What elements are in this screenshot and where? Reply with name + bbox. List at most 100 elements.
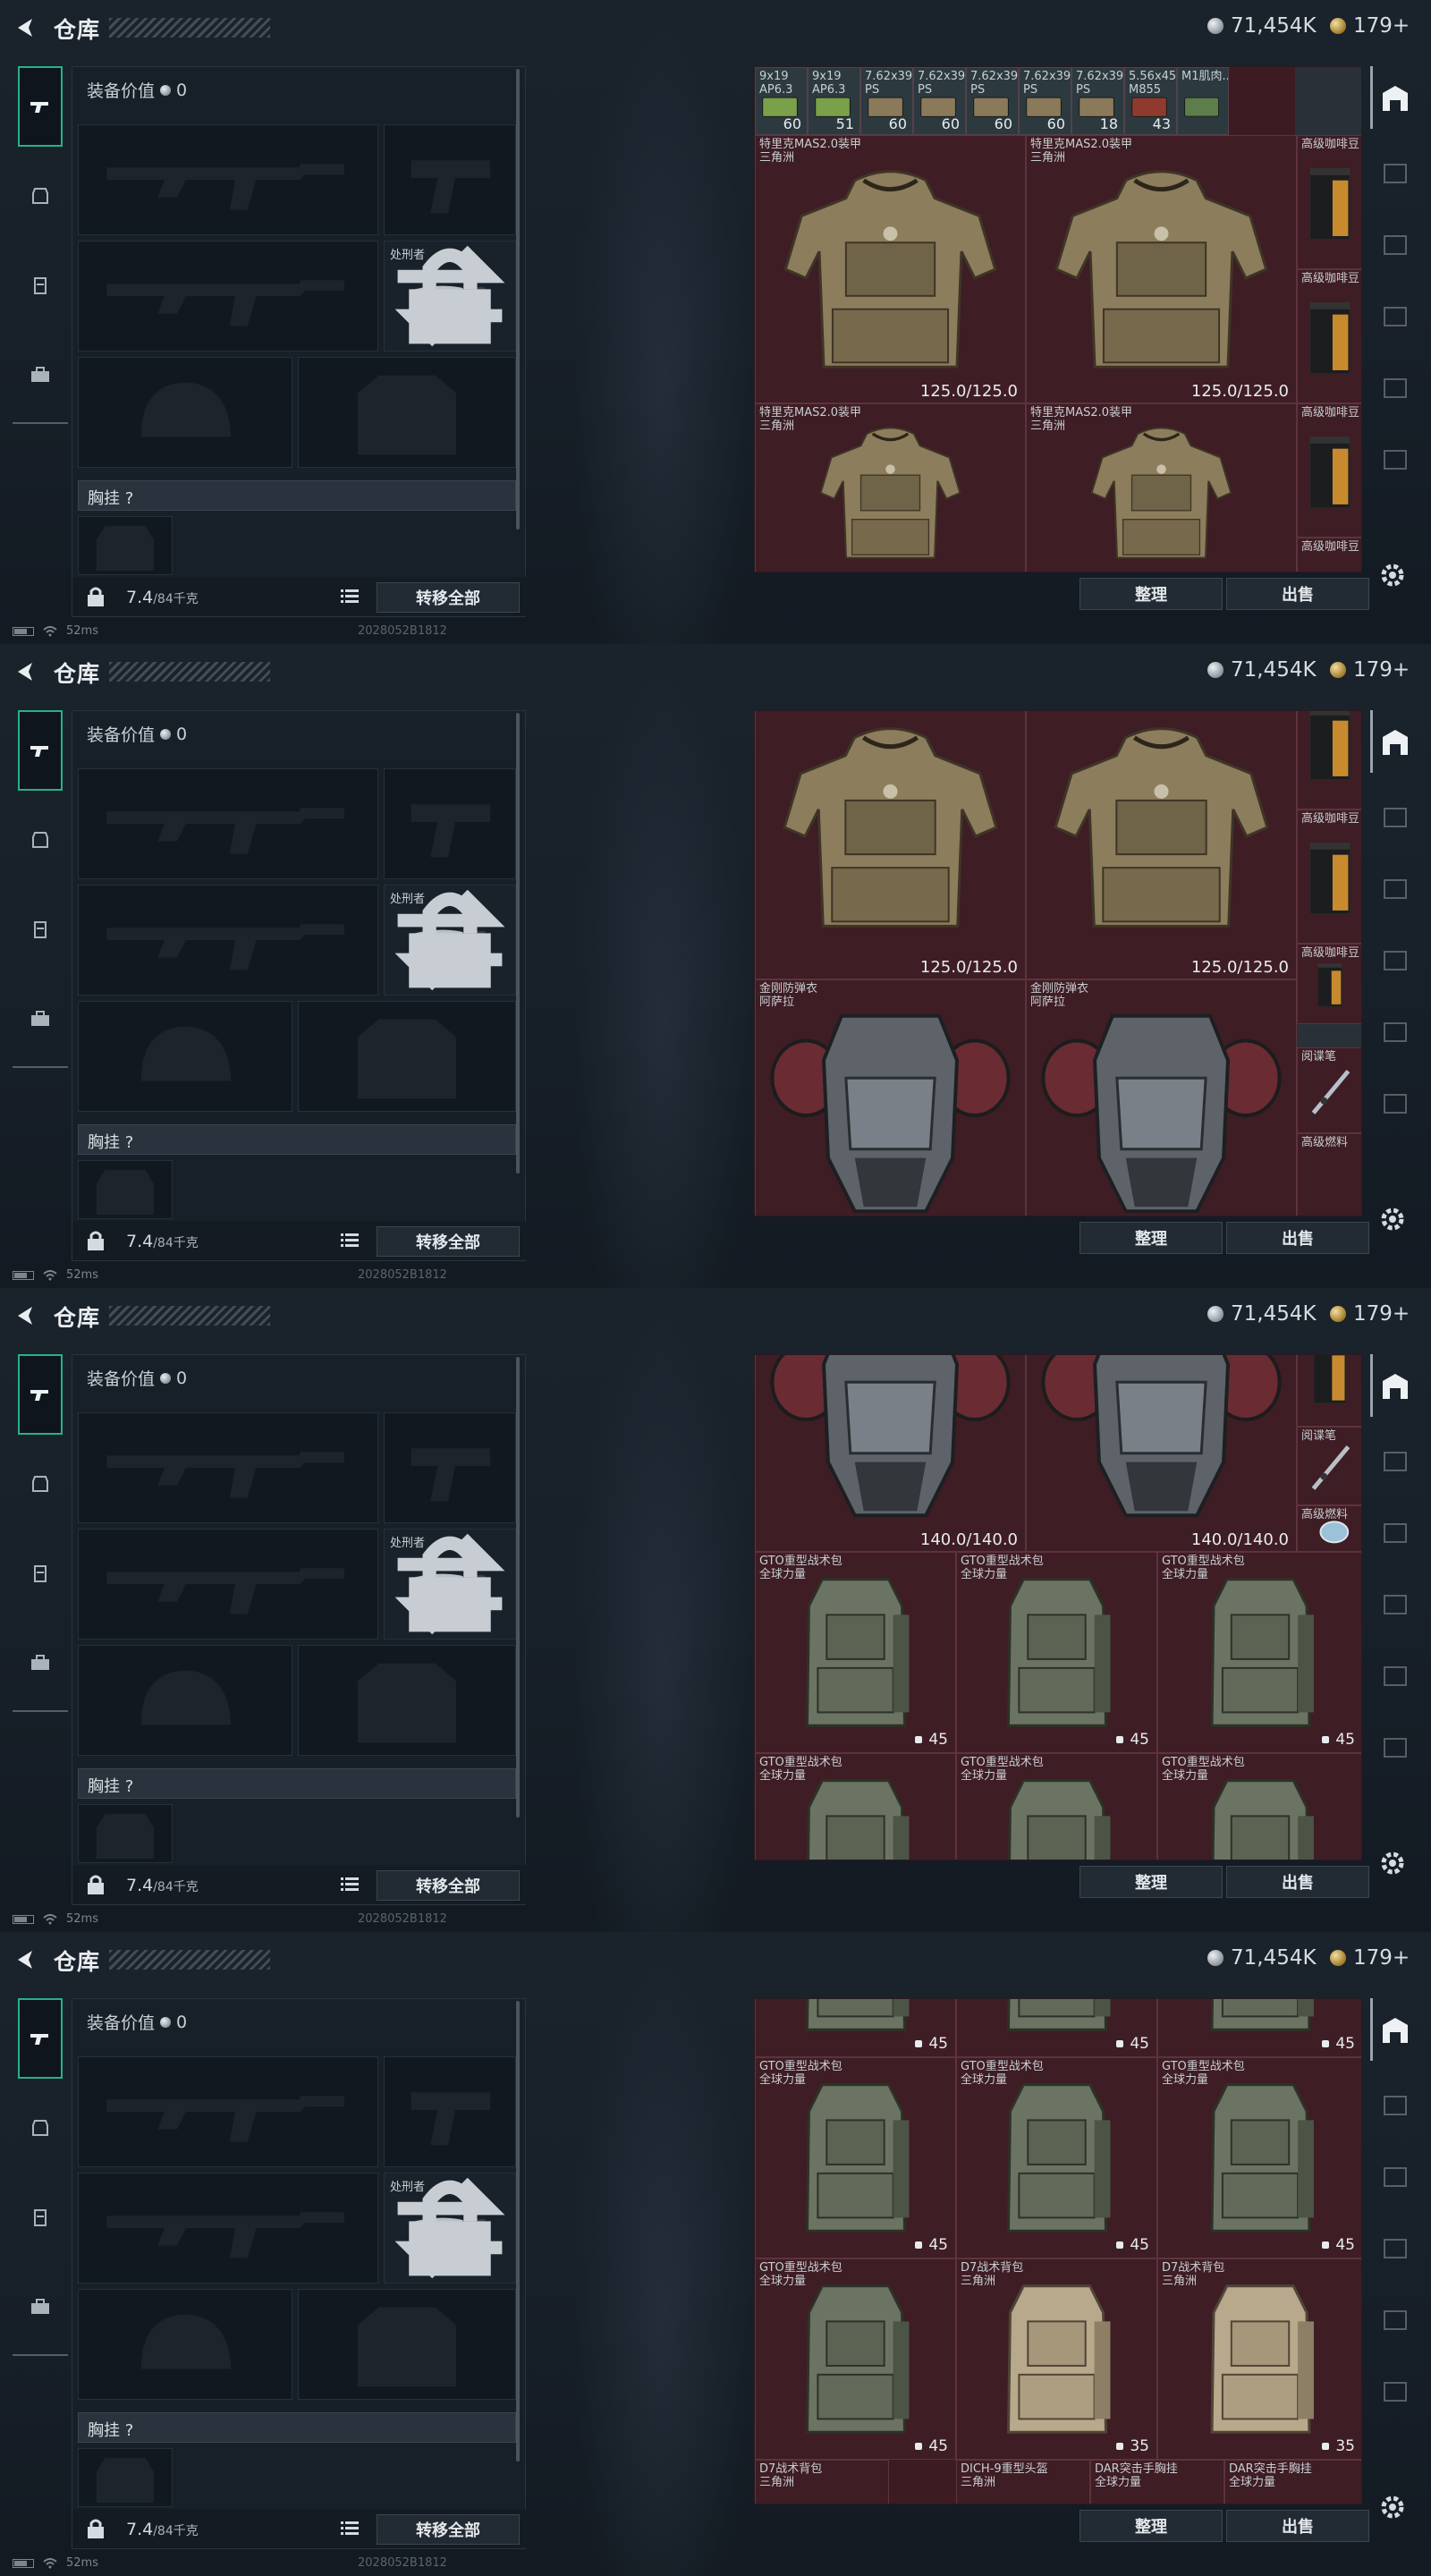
sell-button[interactable]: 出售 — [1226, 1222, 1369, 1254]
page-icon[interactable] — [1377, 871, 1413, 907]
tab-rig[interactable] — [18, 245, 63, 326]
page-icon[interactable] — [1377, 370, 1413, 406]
page-icon[interactable] — [1377, 943, 1413, 979]
inventory-item[interactable]: 阅谍笔 — [1297, 1427, 1361, 1505]
inventory-item[interactable]: 金刚防弹衣 阿萨拉 — [755, 979, 1026, 1216]
silver-currency[interactable]: 71,454K — [1207, 14, 1317, 38]
inventory-item[interactable]: GTO重型战术包 全球力量 45 — [1157, 1552, 1361, 1753]
inventory-item[interactable]: M1肌肉... — [1177, 67, 1229, 135]
inventory-item[interactable]: 高级咖啡豆 — [1297, 403, 1361, 538]
sort-button[interactable]: 整理 — [1080, 578, 1223, 610]
warehouse-icon[interactable] — [1377, 2012, 1413, 2048]
back-arrow-icon[interactable] — [13, 1946, 39, 1973]
page-icon[interactable] — [1377, 1658, 1413, 1694]
equipment-scrollbar[interactable] — [516, 713, 520, 1174]
secondary-weapon-slot[interactable] — [78, 2173, 378, 2284]
page-icon[interactable] — [1377, 1086, 1413, 1122]
inventory-item[interactable]: GTO重型战术包 全球力量 45 — [956, 1552, 1157, 1753]
inventory-item[interactable]: GTO重型战术包 全球力量 45 — [755, 2057, 956, 2258]
warehouse-icon[interactable] — [1377, 724, 1413, 760]
inventory-item[interactable]: 高级咖啡豆 — [1297, 809, 1361, 944]
page-icon[interactable] — [1377, 2159, 1413, 2195]
page-icon[interactable] — [1377, 1730, 1413, 1766]
inventory-item[interactable]: 7.62x39 PS 60 — [966, 67, 1019, 135]
primary-weapon-slot[interactable] — [78, 1412, 378, 1523]
helmet-slot[interactable] — [78, 1645, 292, 1756]
secondary-weapon-slot[interactable] — [78, 885, 378, 996]
tab-bag[interactable] — [18, 335, 63, 415]
melee-slot[interactable]: 处刑者 — [384, 1529, 516, 1640]
sell-button[interactable]: 出售 — [1226, 578, 1369, 610]
body-armor-slot[interactable] — [298, 357, 516, 468]
silver-currency[interactable]: 71,454K — [1207, 1302, 1317, 1326]
sell-button[interactable]: 出售 — [1226, 2510, 1369, 2542]
inventory-item[interactable]: 45 — [755, 1999, 956, 2057]
page-icon[interactable] — [1377, 442, 1413, 478]
sell-button[interactable]: 出售 — [1226, 1866, 1369, 1898]
tab-armor[interactable] — [18, 1444, 63, 1524]
page-icon[interactable] — [1377, 299, 1413, 335]
inventory-item[interactable]: D7战术背包 三角洲 35 — [956, 2258, 1157, 2460]
helmet-slot[interactable] — [78, 2289, 292, 2400]
inventory-item[interactable]: 5.56x45 M855 43 — [1124, 67, 1177, 135]
rail-scrollbar[interactable] — [1370, 66, 1373, 129]
page-icon[interactable] — [1377, 2302, 1413, 2338]
gear-icon[interactable] — [1377, 1848, 1408, 1878]
inventory-item[interactable]: GTO重型战术包 全球力量 45 — [956, 2057, 1157, 2258]
inventory-item[interactable]: 高级咖啡豆 — [1297, 538, 1361, 572]
inventory-item[interactable]: 7.62x39 PS 60 — [860, 67, 913, 135]
inventory-item[interactable]: D7战术背包 三角洲 35 — [1157, 2258, 1361, 2460]
page-icon[interactable] — [1377, 2088, 1413, 2123]
transfer-all-button[interactable]: 转移全部 — [377, 1870, 520, 1901]
chest-rig-slot[interactable] — [78, 2448, 173, 2507]
page-icon[interactable] — [1377, 1587, 1413, 1623]
chest-rig-header[interactable]: 胸挂 ? — [78, 480, 516, 511]
primary-weapon-slot[interactable] — [78, 768, 378, 879]
inventory-item[interactable]: GTO重型战术包 全球力量 45 — [755, 2258, 956, 2460]
body-armor-slot[interactable] — [298, 1001, 516, 1112]
tab-rig[interactable] — [18, 2177, 63, 2258]
chest-rig-header[interactable]: 胸挂 ? — [78, 2412, 516, 2443]
inventory-item[interactable]: DAR突击手胸挂 全球力量 — [1224, 2460, 1361, 2504]
inventory-item[interactable]: 特里克MAS2.0装甲 三角洲 125.0/125.0 — [1026, 135, 1297, 403]
page-icon[interactable] — [1377, 227, 1413, 263]
list-icon[interactable] — [341, 1232, 359, 1248]
inventory-item[interactable]: 9x19 AP6.3 60 — [755, 67, 808, 135]
inventory-item[interactable]: 特里克MAS2.0装甲 三角洲 — [1026, 403, 1297, 572]
chest-rig-slot[interactable] — [78, 1804, 173, 1863]
inventory-item[interactable]: 高级燃料 — [1297, 1133, 1361, 1216]
warehouse-icon[interactable] — [1377, 80, 1413, 116]
inventory-item[interactable]: 高级咖啡豆 — [1297, 135, 1361, 269]
sidearm-slot[interactable] — [384, 124, 516, 235]
tab-armor[interactable] — [18, 156, 63, 236]
chest-rig-header[interactable]: 胸挂 ? — [78, 1124, 516, 1155]
storage-grid[interactable]: 9x19 AP6.3 60 9x19 AP6.3 51 7.62x39 PS 60 7.62… — [754, 66, 1362, 572]
tab-bag[interactable] — [18, 1623, 63, 1703]
inventory-item[interactable]: 金刚防弹衣 阿萨拉 — [1026, 979, 1297, 1216]
inventory-item[interactable]: GTO重型战术包 全球力量 — [1157, 1753, 1361, 1860]
sort-button[interactable]: 整理 — [1080, 2510, 1223, 2542]
inventory-item[interactable]: 140.0/140.0 — [755, 1355, 1026, 1552]
inventory-item[interactable]: 7.62x39 PS 60 — [913, 67, 966, 135]
storage-grid[interactable]: 45 45 45 GTO重型战术包 全球力量 45 GTO重型战术包 全球力量 45… — [754, 1998, 1362, 2504]
tab-armor[interactable] — [18, 2088, 63, 2168]
chest-rig-slot[interactable] — [78, 1160, 173, 1219]
inventory-item[interactable]: 高级咖啡豆 — [1297, 269, 1361, 403]
inventory-item[interactable]: 高级燃料 — [1297, 1505, 1361, 1552]
gold-currency[interactable]: 179+ — [1330, 1302, 1410, 1326]
inventory-item[interactable]: 特里克MAS2.0装甲 三角洲 125.0/125.0 — [755, 135, 1026, 403]
tab-weapons[interactable] — [18, 1998, 63, 2079]
body-armor-slot[interactable] — [298, 2289, 516, 2400]
melee-slot[interactable]: 处刑者 — [384, 241, 516, 352]
tab-rig[interactable] — [18, 1533, 63, 1614]
list-icon[interactable] — [341, 1876, 359, 1892]
inventory-item[interactable]: 9x19 AP6.3 51 — [808, 67, 860, 135]
primary-weapon-slot[interactable] — [78, 2056, 378, 2167]
rail-scrollbar[interactable] — [1370, 1998, 1373, 2061]
body-armor-slot[interactable] — [298, 1645, 516, 1756]
inventory-item[interactable]: 7.62x39 PS 18 — [1071, 67, 1124, 135]
page-icon[interactable] — [1377, 2231, 1413, 2267]
gold-currency[interactable]: 179+ — [1330, 14, 1410, 38]
page-icon[interactable] — [1377, 2374, 1413, 2410]
inventory-item[interactable]: 140.0/140.0 — [1026, 1355, 1297, 1552]
